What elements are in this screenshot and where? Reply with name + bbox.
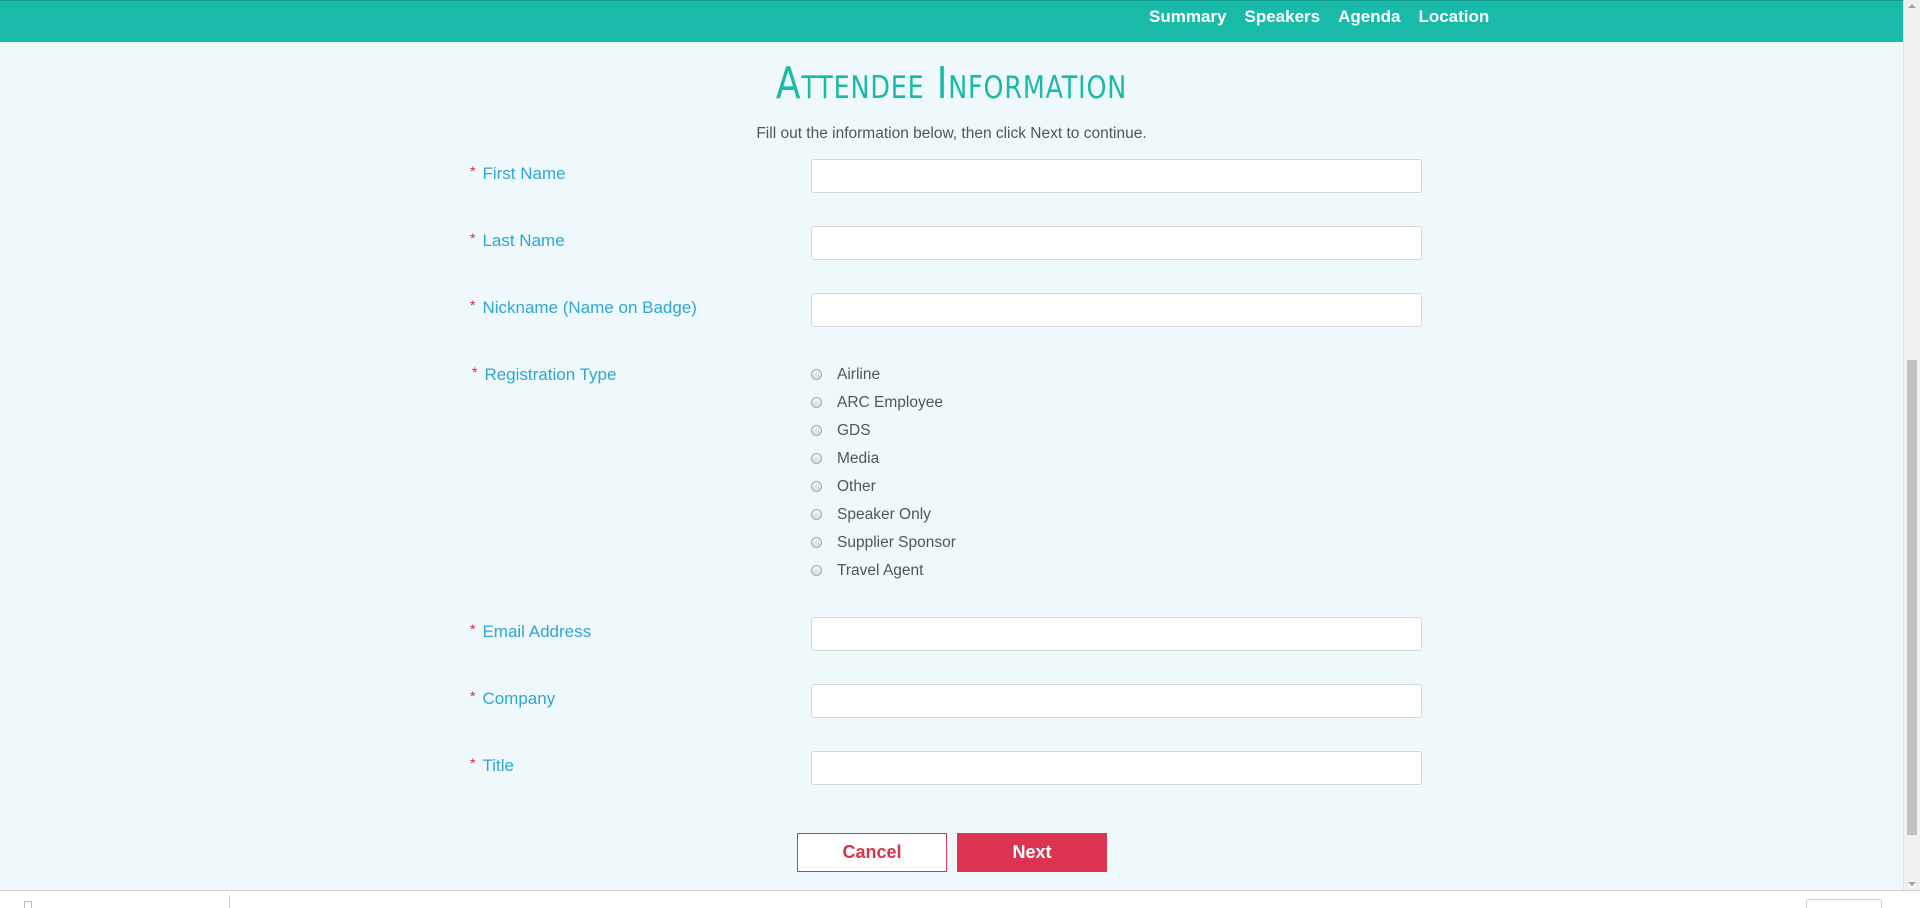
title-label: * Title [470,755,514,776]
bottom-status-strip [0,890,1920,908]
radio-option-gds[interactable]: GDS [811,417,956,445]
radio-label[interactable]: Media [837,450,879,468]
required-mark: * [470,163,476,179]
page-subtitle: Fill out the information below, then cli… [756,125,1147,142]
page-title: Attendee Information [775,58,1128,109]
nav-link-summary[interactable]: Summary [1148,7,1227,27]
required-mark: * [470,297,476,313]
radio-label[interactable]: Airline [837,366,880,384]
radio-option-media[interactable]: Media [811,445,956,473]
radio-button[interactable] [811,480,822,492]
form-row-company: * Company [470,684,1424,720]
email-input[interactable] [811,617,1422,651]
radio-button[interactable] [811,452,822,464]
cancel-button[interactable]: Cancel [797,833,947,872]
last-name-label-text: Last Name [482,231,565,250]
company-label: * Company [470,688,556,709]
form-row-first-name: * First Name [470,159,1424,195]
registration-type-label: * Registration Type [472,364,617,385]
radio-option-speaker-only[interactable]: Speaker Only [811,501,956,529]
radio-button[interactable] [811,368,822,380]
radio-button[interactable] [811,424,822,436]
radio-label[interactable]: GDS [837,422,871,440]
nav-link-agenda[interactable]: Agenda [1337,7,1401,27]
radio-option-travel-agent[interactable]: Travel Agent [811,557,956,585]
scroll-up-arrow-icon[interactable] [1908,4,1916,8]
company-label-text: Company [482,689,556,708]
radio-button[interactable] [811,396,822,408]
radio-label[interactable]: Supplier Sponsor [837,534,956,552]
form-row-nickname: * Nickname (Name on Badge) [470,293,1424,329]
email-label-text: Email Address [482,622,592,641]
first-name-label: * First Name [470,163,566,184]
required-mark: * [470,230,476,246]
company-input[interactable] [811,684,1422,718]
nickname-label-text: Nickname (Name on Badge) [482,298,697,317]
radio-option-airline[interactable]: Airline [811,361,956,389]
radio-option-other[interactable]: Other [811,473,956,501]
form-row-email: * Email Address [470,617,1424,653]
registration-type-label-text: Registration Type [484,365,617,384]
radio-button[interactable] [811,536,822,548]
page: Summary Speakers Agenda Location Attende… [0,0,1920,908]
nav-link-location[interactable]: Location [1417,7,1490,27]
required-mark: * [470,755,476,771]
radio-label[interactable]: ARC Employee [837,394,943,412]
radio-button[interactable] [811,564,822,576]
form-row-title: * Title [470,751,1424,787]
radio-label[interactable]: Speaker Only [837,506,931,524]
divider [229,895,230,908]
next-button[interactable]: Next [957,833,1107,872]
required-mark: * [470,621,476,637]
form-row-last-name: * Last Name [470,226,1424,262]
radio-option-arc-employee[interactable]: ARC Employee [811,389,956,417]
radio-button[interactable] [811,508,822,520]
radio-label[interactable]: Travel Agent [837,562,923,580]
email-label: * Email Address [470,621,592,642]
scrollbar-thumb[interactable] [1907,360,1917,835]
title-label-text: Title [482,756,514,775]
nickname-label: * Nickname (Name on Badge) [470,297,697,318]
radio-label[interactable]: Other [837,478,876,496]
nav-link-speakers[interactable]: Speakers [1243,7,1321,27]
required-mark: * [470,688,476,704]
first-name-input[interactable] [811,159,1422,193]
top-nav-bar: Summary Speakers Agenda Location [0,0,1903,42]
required-mark: * [472,364,478,380]
radio-option-supplier-sponsor[interactable]: Supplier Sponsor [811,529,956,557]
scroll-down-arrow-icon[interactable] [1908,882,1916,886]
nickname-input[interactable] [811,293,1422,327]
document-icon [24,901,32,908]
form-row-registration-type: * Registration Type Airline ARC Employee … [470,361,1424,591]
status-box [1806,899,1882,908]
registration-type-radio-group: Airline ARC Employee GDS Media Other Spe… [811,361,956,585]
title-input[interactable] [811,751,1422,785]
last-name-label: * Last Name [470,230,565,251]
vertical-scrollbar[interactable] [1903,0,1920,890]
first-name-label-text: First Name [482,164,566,183]
main-nav: Summary Speakers Agenda Location [1148,1,1490,32]
last-name-input[interactable] [811,226,1422,260]
